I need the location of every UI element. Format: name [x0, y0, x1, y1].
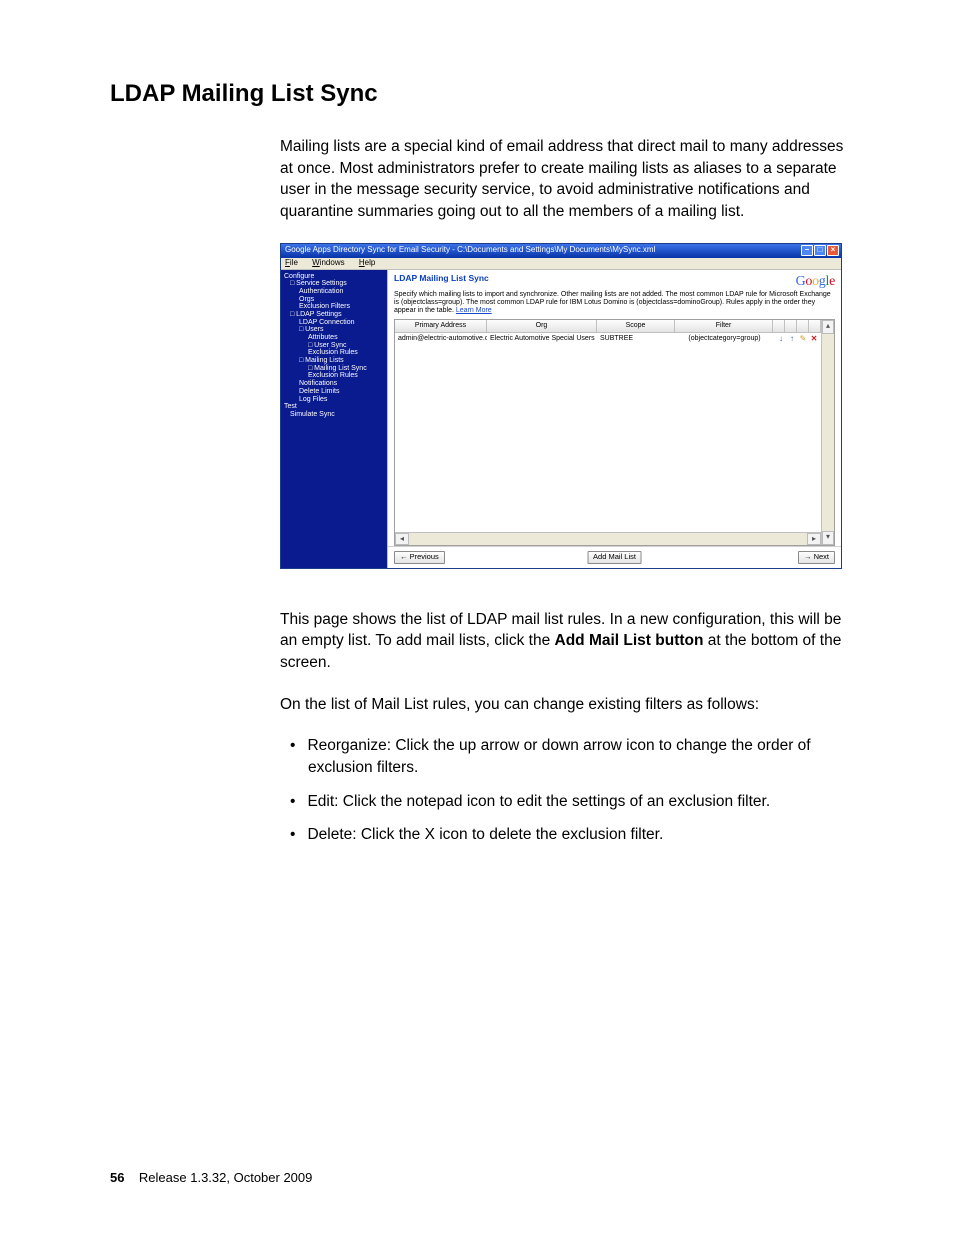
sidebar-item[interactable]: Authentication [284, 288, 384, 296]
menu-windows[interactable]: Windows [312, 258, 344, 267]
col-action1 [773, 320, 785, 332]
horizontal-scrollbar[interactable]: ◂ ▸ [395, 532, 821, 545]
titlebar: Google Apps Directory Sync for Email Sec… [281, 244, 841, 258]
button-bar: ← Previous Add Mail List → Next [388, 546, 841, 567]
cell-scope: SUBTREE [597, 334, 675, 345]
bullet-list: Reorganize: Click the up arrow or down a… [280, 735, 844, 846]
scroll-right-icon[interactable]: ▸ [807, 533, 821, 545]
sidebar-item[interactable]: Delete Limits [284, 388, 384, 396]
sidebar-item[interactable]: Simulate Sync [284, 411, 384, 419]
move-down-icon[interactable]: ↓ [776, 335, 786, 344]
sidebar-item[interactable]: □ Mailing Lists [284, 357, 384, 365]
cell-filter: (objectcategory=group) [675, 334, 774, 345]
menu-file[interactable]: File [285, 258, 298, 267]
col-filter[interactable]: Filter [675, 320, 773, 332]
app-window: Google Apps Directory Sync for Email Sec… [280, 243, 842, 569]
page-footer: 56 Release 1.3.32, October 2009 [110, 1170, 312, 1185]
window-title: Google Apps Directory Sync for Email Sec… [285, 246, 801, 255]
add-mail-list-button[interactable]: Add Mail List [587, 551, 642, 563]
col-org[interactable]: Org [487, 320, 597, 332]
content-description: Specify which mailing lists to import an… [388, 291, 841, 319]
col-primary-address[interactable]: Primary Address [395, 320, 487, 332]
cell-primary: admin@electric-automotive.com [395, 334, 487, 345]
sidebar-item[interactable]: Log Files [284, 396, 384, 404]
delete-icon[interactable]: ✕ [809, 335, 819, 344]
sidebar-item[interactable]: □ Mailing List Sync [284, 365, 384, 373]
cell-org: Electric Automotive Special Users [487, 334, 597, 345]
edit-icon[interactable]: ✎ [798, 335, 808, 344]
page-heading: LDAP Mailing List Sync [110, 80, 844, 108]
list-item: Reorganize: Click the up arrow or down a… [280, 735, 844, 778]
col-scope[interactable]: Scope [597, 320, 675, 332]
close-button[interactable]: × [827, 245, 839, 256]
minimize-button[interactable]: – [801, 245, 813, 256]
col-action4 [809, 320, 821, 332]
previous-button[interactable]: ← Previous [394, 551, 445, 563]
sidebar-item[interactable]: □ Users [284, 326, 384, 334]
next-button[interactable]: → Next [798, 551, 835, 563]
sidebar: Configure□ Service SettingsAuthenticatio… [281, 270, 387, 568]
sidebar-item[interactable]: □ LDAP Settings [284, 311, 384, 319]
sidebar-item[interactable]: Exclusion Rules [284, 349, 384, 357]
content-panel: LDAP Mailing List Sync Google Specify wh… [387, 270, 841, 568]
paragraph-rules: This page shows the list of LDAP mail li… [280, 609, 844, 674]
scroll-down-icon[interactable]: ▾ [822, 531, 834, 545]
scroll-left-icon[interactable]: ◂ [395, 533, 409, 545]
sidebar-item[interactable]: Notifications [284, 380, 384, 388]
content-title: LDAP Mailing List Sync [394, 274, 796, 283]
vertical-scrollbar[interactable]: ▴ ▾ [821, 320, 834, 545]
move-up-icon[interactable]: ↑ [787, 335, 797, 344]
intro-paragraph: Mailing lists are a special kind of emai… [280, 136, 844, 223]
col-action3 [797, 320, 809, 332]
maximize-button[interactable]: □ [814, 245, 826, 256]
rules-table: Primary Address Org Scope Filter [394, 319, 835, 546]
sidebar-item[interactable]: Orgs [284, 296, 384, 304]
sidebar-item[interactable]: Exclusion Filters [284, 303, 384, 311]
col-action2 [785, 320, 797, 332]
paragraph-filters: On the list of Mail List rules, you can … [280, 694, 844, 716]
sidebar-item[interactable]: Test [284, 403, 384, 411]
menubar: File Windows Help [281, 258, 841, 270]
sidebar-item[interactable]: □ Service Settings [284, 280, 384, 288]
sidebar-item[interactable]: Exclusion Rules [284, 372, 384, 380]
sidebar-item[interactable]: Attributes [284, 334, 384, 342]
sidebar-item[interactable]: LDAP Connection [284, 319, 384, 327]
table-row[interactable]: admin@electric-automotive.com Electric A… [395, 333, 821, 346]
sidebar-item[interactable]: □ User Sync [284, 342, 384, 350]
scroll-up-icon[interactable]: ▴ [822, 320, 834, 334]
learn-more-link[interactable]: Learn More [456, 307, 492, 314]
sidebar-item[interactable]: Configure [284, 273, 384, 281]
list-item: Delete: Click the X icon to delete the e… [280, 824, 844, 846]
menu-help[interactable]: Help [359, 258, 375, 267]
google-logo: Google [796, 274, 835, 289]
list-item: Edit: Click the notepad icon to edit the… [280, 791, 844, 813]
